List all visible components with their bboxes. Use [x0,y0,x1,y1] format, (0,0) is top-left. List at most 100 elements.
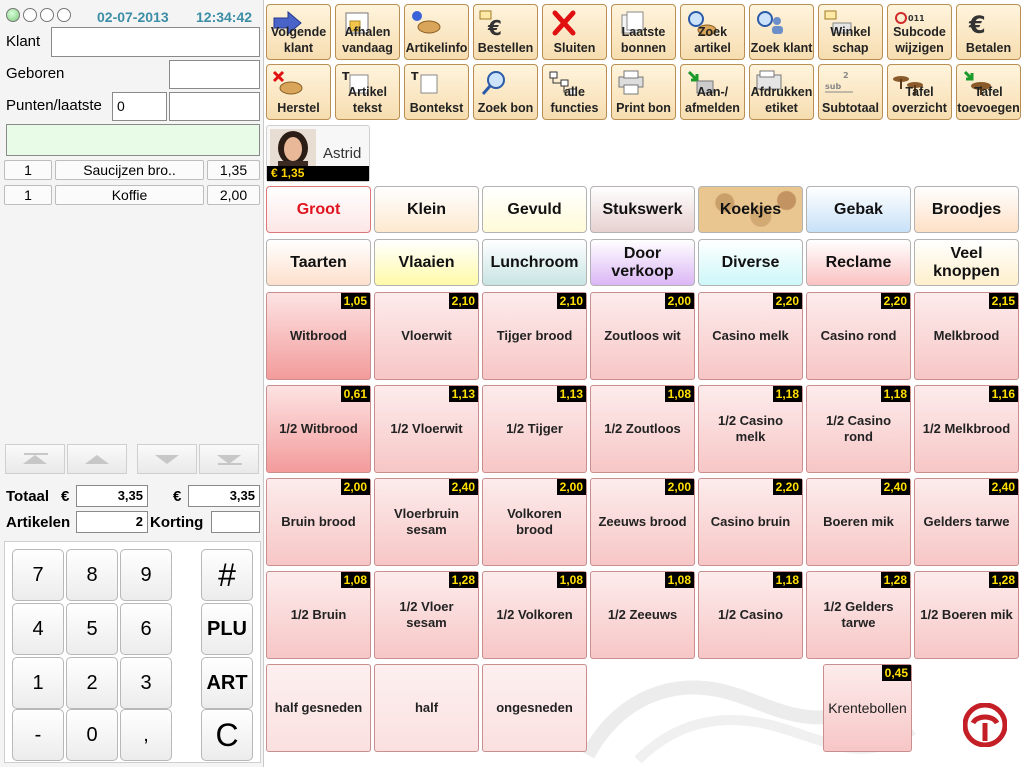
category-button[interactable]: Gebak [806,186,911,233]
slice-half-button[interactable]: half [374,664,479,752]
herstel-button[interactable]: Herstel [266,64,331,120]
tafel-overzicht-button[interactable]: Tafel overzicht [887,64,952,120]
slice-half-gesneden-button[interactable]: half gesneden [266,664,371,752]
key-art[interactable]: ART [201,657,253,709]
article-button[interactable]: 1,16 1/2 Melkbrood [914,385,1019,473]
aan-afmelden-button[interactable]: Aan-/ afmelden [680,64,745,120]
alle-functies-button[interactable]: alle functies [542,64,607,120]
subtotaal-button[interactable]: 2 sub Subtotaal [818,64,883,120]
category-button[interactable]: Broodjes [914,186,1019,233]
key-6[interactable]: 6 [120,603,172,655]
article-button[interactable]: 1,18 1/2 Casino melk [698,385,803,473]
punten-field[interactable]: 0 [112,92,167,121]
key-8[interactable]: 8 [66,549,118,601]
article-button[interactable]: 1,18 1/2 Casino rond [806,385,911,473]
article-button[interactable]: 2,00 Zoutloos wit [590,292,695,380]
status-dot-icon[interactable] [57,8,71,22]
scroll-bottom-button[interactable] [199,444,259,474]
article-name: Volkoren brood [507,506,562,537]
key-7[interactable]: 7 [12,549,64,601]
sluiten-button[interactable]: Sluiten [542,4,607,60]
laatste-bonnen-button[interactable]: Laatste bonnen [611,4,676,60]
key-comma[interactable]: , [120,709,172,761]
key-4[interactable]: 4 [12,603,64,655]
category-button[interactable]: Stukswerk [590,186,695,233]
geboren-field[interactable] [169,60,260,89]
article-button[interactable]: 2,40 Vloerbruin sesam [374,478,479,566]
category-button[interactable]: Reclame [806,239,911,286]
status-dot-icon[interactable] [40,8,54,22]
scroll-down-button[interactable] [137,444,197,474]
article-button[interactable]: 2,20 Casino bruin [698,478,803,566]
print-bon-button[interactable]: Print bon [611,64,676,120]
article-button[interactable]: 2,00 Bruin brood [266,478,371,566]
tafel-toevoegen-button[interactable]: Tafel toevoegen [956,64,1021,120]
afdrukken-etiket-button[interactable]: Afdrukken etiket [749,64,814,120]
article-button[interactable]: 2,00 Volkoren brood [482,478,587,566]
category-button[interactable]: Door verkoop [590,239,695,286]
article-button[interactable]: 1,18 1/2 Casino [698,571,803,659]
key-1[interactable]: 1 [12,657,64,709]
scroll-up-button[interactable] [67,444,127,474]
customer-note-field[interactable] [6,124,260,156]
bontekst-button[interactable]: T Bontekst [404,64,469,120]
artikel-tekst-button[interactable]: T Artikel tekst [335,64,400,120]
category-button[interactable]: Veel knoppen [914,239,1019,286]
key-plu[interactable]: PLU [201,603,253,655]
category-button[interactable]: Taarten [266,239,371,286]
article-button[interactable]: 1,28 1/2 Boeren mik [914,571,1019,659]
category-button[interactable]: Groot [266,186,371,233]
article-button[interactable]: 1,08 1/2 Volkoren [482,571,587,659]
article-button[interactable]: 1,28 1/2 Gelders tarwe [806,571,911,659]
zoek-klant-button[interactable]: Zoek klant [749,4,814,60]
key-0[interactable]: 0 [66,709,118,761]
laatste-field[interactable] [169,92,260,121]
article-button[interactable]: 2,20 Casino melk [698,292,803,380]
volgende-klant-button[interactable]: Volgende klant [266,4,331,60]
key-2[interactable]: 2 [66,657,118,709]
article-button[interactable]: 2,00 Zeeuws brood [590,478,695,566]
bestellen-button[interactable]: € Bestellen [473,4,538,60]
article-button[interactable]: 2,10 Tijger brood [482,292,587,380]
article-button[interactable]: 1,08 1/2 Zeeuws [590,571,695,659]
korting-field[interactable] [211,511,260,533]
status-dot-icon[interactable] [23,8,37,22]
article-button[interactable]: 1,28 1/2 Vloer sesam [374,571,479,659]
key-9[interactable]: 9 [120,549,172,601]
category-button[interactable]: Gevuld [482,186,587,233]
article-button[interactable]: 1,13 1/2 Tijger [482,385,587,473]
key-5[interactable]: 5 [66,603,118,655]
user-card[interactable]: Astrid € 1,35 [266,125,370,182]
category-button[interactable]: Lunchroom [482,239,587,286]
article-button[interactable]: 2,40 Gelders tarwe [914,478,1019,566]
status-dot-icon[interactable] [6,8,20,22]
category-button[interactable]: Klein [374,186,479,233]
zoek-artikel-button[interactable]: Zoek artikel [680,4,745,60]
klant-field[interactable] [51,27,260,57]
subcode-wijzigen-button[interactable]: 011 Subcode wijzigen [887,4,952,60]
key-minus[interactable]: - [12,709,64,761]
category-button[interactable]: Vlaaien [374,239,479,286]
category-button[interactable]: Diverse [698,239,803,286]
article-button[interactable]: 1,08 1/2 Bruin [266,571,371,659]
key-clear[interactable]: C [201,709,253,761]
scroll-top-button[interactable] [5,444,65,474]
article-button[interactable]: 2,20 Casino rond [806,292,911,380]
betalen-button[interactable]: € Betalen [956,4,1021,60]
article-button[interactable]: 1,13 1/2 Vloerwit [374,385,479,473]
winkel-schap-button[interactable]: Winkel schap [818,4,883,60]
article-button[interactable]: 1,08 1/2 Zoutloos [590,385,695,473]
artikelinfo-button[interactable]: Artikelinfo [404,4,469,60]
afhalen-vandaag-button[interactable]: Afhalen vandaag [335,4,400,60]
key-hash[interactable]: # [201,549,253,601]
category-button[interactable]: Koekjes [698,186,803,233]
key-3[interactable]: 3 [120,657,172,709]
zoek-bon-button[interactable]: Zoek bon [473,64,538,120]
article-button[interactable]: 1,05 Witbrood [266,292,371,380]
article-button[interactable]: 2,40 Boeren mik [806,478,911,566]
article-button[interactable]: 0,61 1/2 Witbrood [266,385,371,473]
article-button[interactable]: 2,10 Vloerwit [374,292,479,380]
slice-ongesneden-button[interactable]: ongesneden [482,664,587,752]
article-button[interactable]: 2,15 Melkbrood [914,292,1019,380]
article-krentebollen-button[interactable]: 0,45 Krentebollen [823,664,912,752]
